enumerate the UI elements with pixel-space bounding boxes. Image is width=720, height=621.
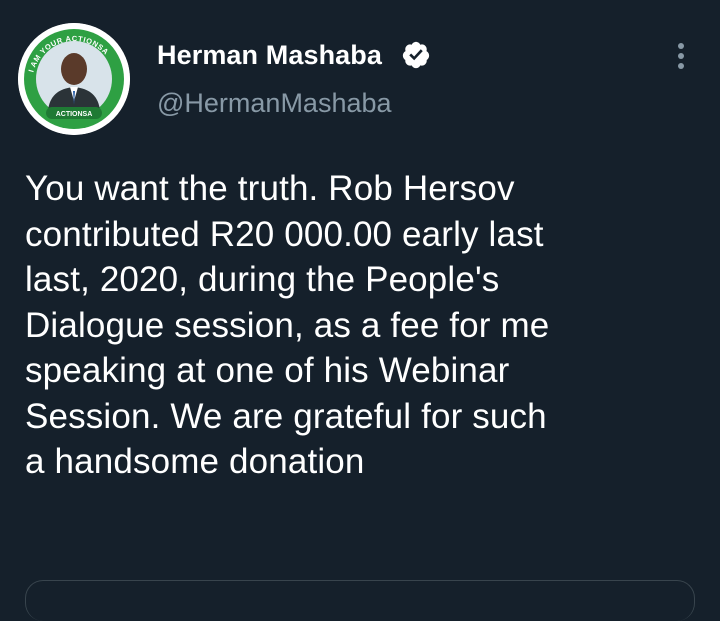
verified-badge-icon <box>401 40 431 70</box>
more-vertical-icon[interactable] <box>664 38 698 78</box>
author-avatar[interactable]: ACTIONSA I AM YOUR ACTIONSA <box>18 23 130 135</box>
author-name[interactable]: Herman Mashaba <box>157 40 382 71</box>
tweet-text-line: last, 2020, during the People's <box>25 260 500 299</box>
avatar-image: ACTIONSA I AM YOUR ACTIONSA <box>18 23 130 135</box>
tweet-text-line: contributed R20 000.00 early last <box>25 214 544 254</box>
tweet-text-line: a handsome donation <box>25 442 365 481</box>
tweet-card[interactable]: ACTIONSA I AM YOUR ACTIONSA Herman Masha… <box>0 0 720 621</box>
author-handle[interactable]: @HermanMashaba <box>157 88 392 119</box>
tweet-text-line: You want the truth. Rob Hersov <box>25 169 515 208</box>
avatar-badge-text: ACTIONSA <box>56 111 93 118</box>
tweet-text: You want the truth. Rob Hersov contribut… <box>25 166 715 485</box>
tweet-text-line: speaking at one of his Webinar <box>25 351 510 390</box>
tweet-text-line: Session. We are grateful for such <box>25 396 547 436</box>
tweet-text-line: Dialogue session, as a fee for me <box>25 305 550 345</box>
embedded-card-edge[interactable] <box>25 580 695 621</box>
